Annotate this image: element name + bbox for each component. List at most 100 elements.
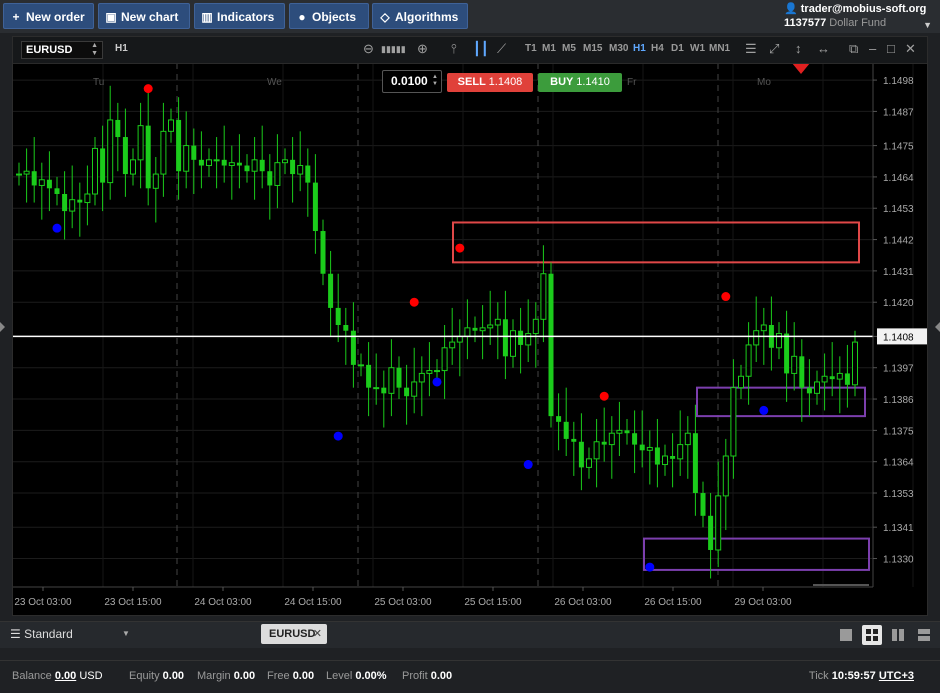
- fractal-up-marker: [409, 297, 419, 307]
- candle-body: [836, 372, 843, 380]
- timezone-selector[interactable]: UTC+3: [879, 670, 914, 682]
- layout-columns-icon[interactable]: [888, 625, 908, 645]
- tf-h1[interactable]: H1: [633, 43, 646, 54]
- buy-button[interactable]: BUY 1.1410: [538, 73, 622, 92]
- price-tick-label: 1.1498: [883, 76, 914, 87]
- horizontal-line-icon[interactable]: ↔: [817, 41, 830, 56]
- line-chart-icon[interactable]: ⟋: [497, 41, 506, 57]
- candle-body: [745, 344, 752, 377]
- candle-body: [715, 495, 722, 551]
- sell-button[interactable]: SELL 1.1408: [447, 73, 533, 92]
- layout-rows-icon[interactable]: [914, 625, 934, 645]
- tf-mn1[interactable]: MN1: [709, 43, 730, 54]
- zoom-out-icon[interactable]: ⊖: [363, 41, 374, 57]
- account-info[interactable]: 👤 trader@mobius-soft.org 1137577 Dollar …: [784, 2, 932, 30]
- candle-body: [191, 145, 197, 160]
- minimize-window-icon[interactable]: –: [869, 41, 876, 56]
- candle-body: [662, 455, 668, 466]
- candle-body: [373, 387, 380, 390]
- candle-body: [198, 159, 204, 166]
- profit-status: Profit 0.00: [402, 670, 453, 682]
- candle-chart-icon[interactable]: ┃┃: [473, 41, 489, 57]
- template-selector[interactable]: ☰ Standard: [10, 627, 73, 641]
- algorithms-button[interactable]: ◇ Algorithms: [372, 3, 468, 29]
- candle-body: [632, 433, 638, 445]
- account-email: trader@mobius-soft.org: [800, 3, 927, 15]
- tf-m30[interactable]: M30: [609, 43, 628, 54]
- chart-shift-marker[interactable]: [792, 63, 810, 74]
- candle-body: [115, 119, 121, 138]
- time-tick-label: 24 Oct 03:00: [194, 597, 252, 608]
- candle-body: [267, 171, 273, 186]
- candle-body: [593, 441, 600, 460]
- candle-body: [799, 356, 805, 388]
- chart-icon: ▣: [105, 10, 117, 24]
- tf-h4[interactable]: H4: [651, 43, 664, 54]
- zoom-in-icon[interactable]: ⊕: [417, 41, 428, 57]
- candle-body: [259, 159, 265, 172]
- close-window-icon[interactable]: ✕: [905, 41, 916, 57]
- detach-window-icon[interactable]: ⧉: [849, 41, 858, 57]
- objects-icon: ●: [298, 10, 306, 24]
- time-tick-label: 23 Oct 15:00: [104, 597, 162, 608]
- candle-body: [92, 147, 98, 195]
- candle-body: [852, 341, 858, 386]
- candle-body: [646, 446, 653, 451]
- candle-body: [31, 171, 37, 186]
- layout-grid-icon[interactable]: [862, 625, 882, 645]
- candle-body: [130, 159, 136, 175]
- candle-body: [753, 330, 760, 346]
- candle-body: [722, 455, 729, 497]
- zoom-slider[interactable]: ▮▮▮▮▮: [381, 44, 406, 55]
- lot-spinner-icon[interactable]: ▲ ▼: [432, 74, 438, 88]
- candle-body: [251, 159, 258, 172]
- tf-d1[interactable]: D1: [671, 43, 684, 54]
- tf-m15[interactable]: M15: [583, 43, 602, 54]
- price-chart[interactable]: TuWeThFrMo1.14981.14871.14751.14641.1453…: [13, 37, 927, 615]
- fractal-down-marker: [52, 223, 62, 233]
- candle-body: [122, 137, 128, 175]
- candle-body: [518, 330, 524, 345]
- tf-w1[interactable]: W1: [690, 43, 705, 54]
- chart-tab[interactable]: EURUSD ✕: [261, 624, 327, 644]
- candle-body: [152, 173, 159, 189]
- tf-t1[interactable]: T1: [525, 43, 537, 54]
- fractal-up-marker: [455, 243, 465, 253]
- right-panel-toggle-icon[interactable]: [935, 322, 940, 332]
- candle-body: [183, 145, 190, 172]
- trendline-icon[interactable]: ⤢: [769, 41, 779, 57]
- tf-m1[interactable]: M1: [542, 43, 556, 54]
- close-tab-icon[interactable]: ✕: [313, 624, 322, 644]
- time-tick-label: 23 Oct 03:00: [14, 597, 72, 608]
- chart-scrollbar[interactable]: [813, 584, 869, 586]
- time-tick-label: 25 Oct 03:00: [374, 597, 432, 608]
- layout-single-icon[interactable]: [836, 625, 856, 645]
- candle-body: [404, 387, 410, 397]
- vertical-line-icon[interactable]: ↕: [795, 41, 802, 56]
- maximize-window-icon[interactable]: □: [887, 41, 895, 56]
- left-panel-toggle-icon[interactable]: [0, 322, 5, 332]
- account-dropdown-icon[interactable]: ▼: [923, 18, 932, 32]
- candle-body: [305, 165, 311, 183]
- template-dropdown-icon[interactable]: ▼: [122, 629, 130, 638]
- price-tick-label: 1.1420: [883, 298, 914, 309]
- candle-body: [366, 364, 372, 388]
- symbol-selector[interactable]: EURUSD ▲ ▼: [21, 41, 103, 59]
- bar-chart-icon[interactable]: ⫯: [451, 41, 457, 57]
- chart-settings-icon[interactable]: ☰: [745, 41, 757, 57]
- candle-body: [806, 387, 812, 394]
- new-chart-button[interactable]: ▣ New chart: [98, 3, 190, 29]
- objects-button[interactable]: ● Objects: [289, 3, 369, 29]
- candle-body: [677, 444, 684, 460]
- candle-body: [563, 421, 569, 439]
- status-bar: Balance 0.00 USD Equity 0.00 Margin 0.00…: [0, 660, 940, 693]
- candle-body: [578, 441, 584, 468]
- new-order-button[interactable]: + New order: [3, 3, 94, 29]
- indicators-button[interactable]: ▥ Indicators: [194, 3, 285, 29]
- candle-body: [38, 179, 45, 186]
- candle-body: [236, 162, 242, 166]
- lot-size-input[interactable]: 0.0100 ▲ ▼: [382, 70, 442, 93]
- candle-body: [312, 182, 318, 232]
- tf-m5[interactable]: M5: [562, 43, 576, 54]
- candle-body: [449, 341, 456, 349]
